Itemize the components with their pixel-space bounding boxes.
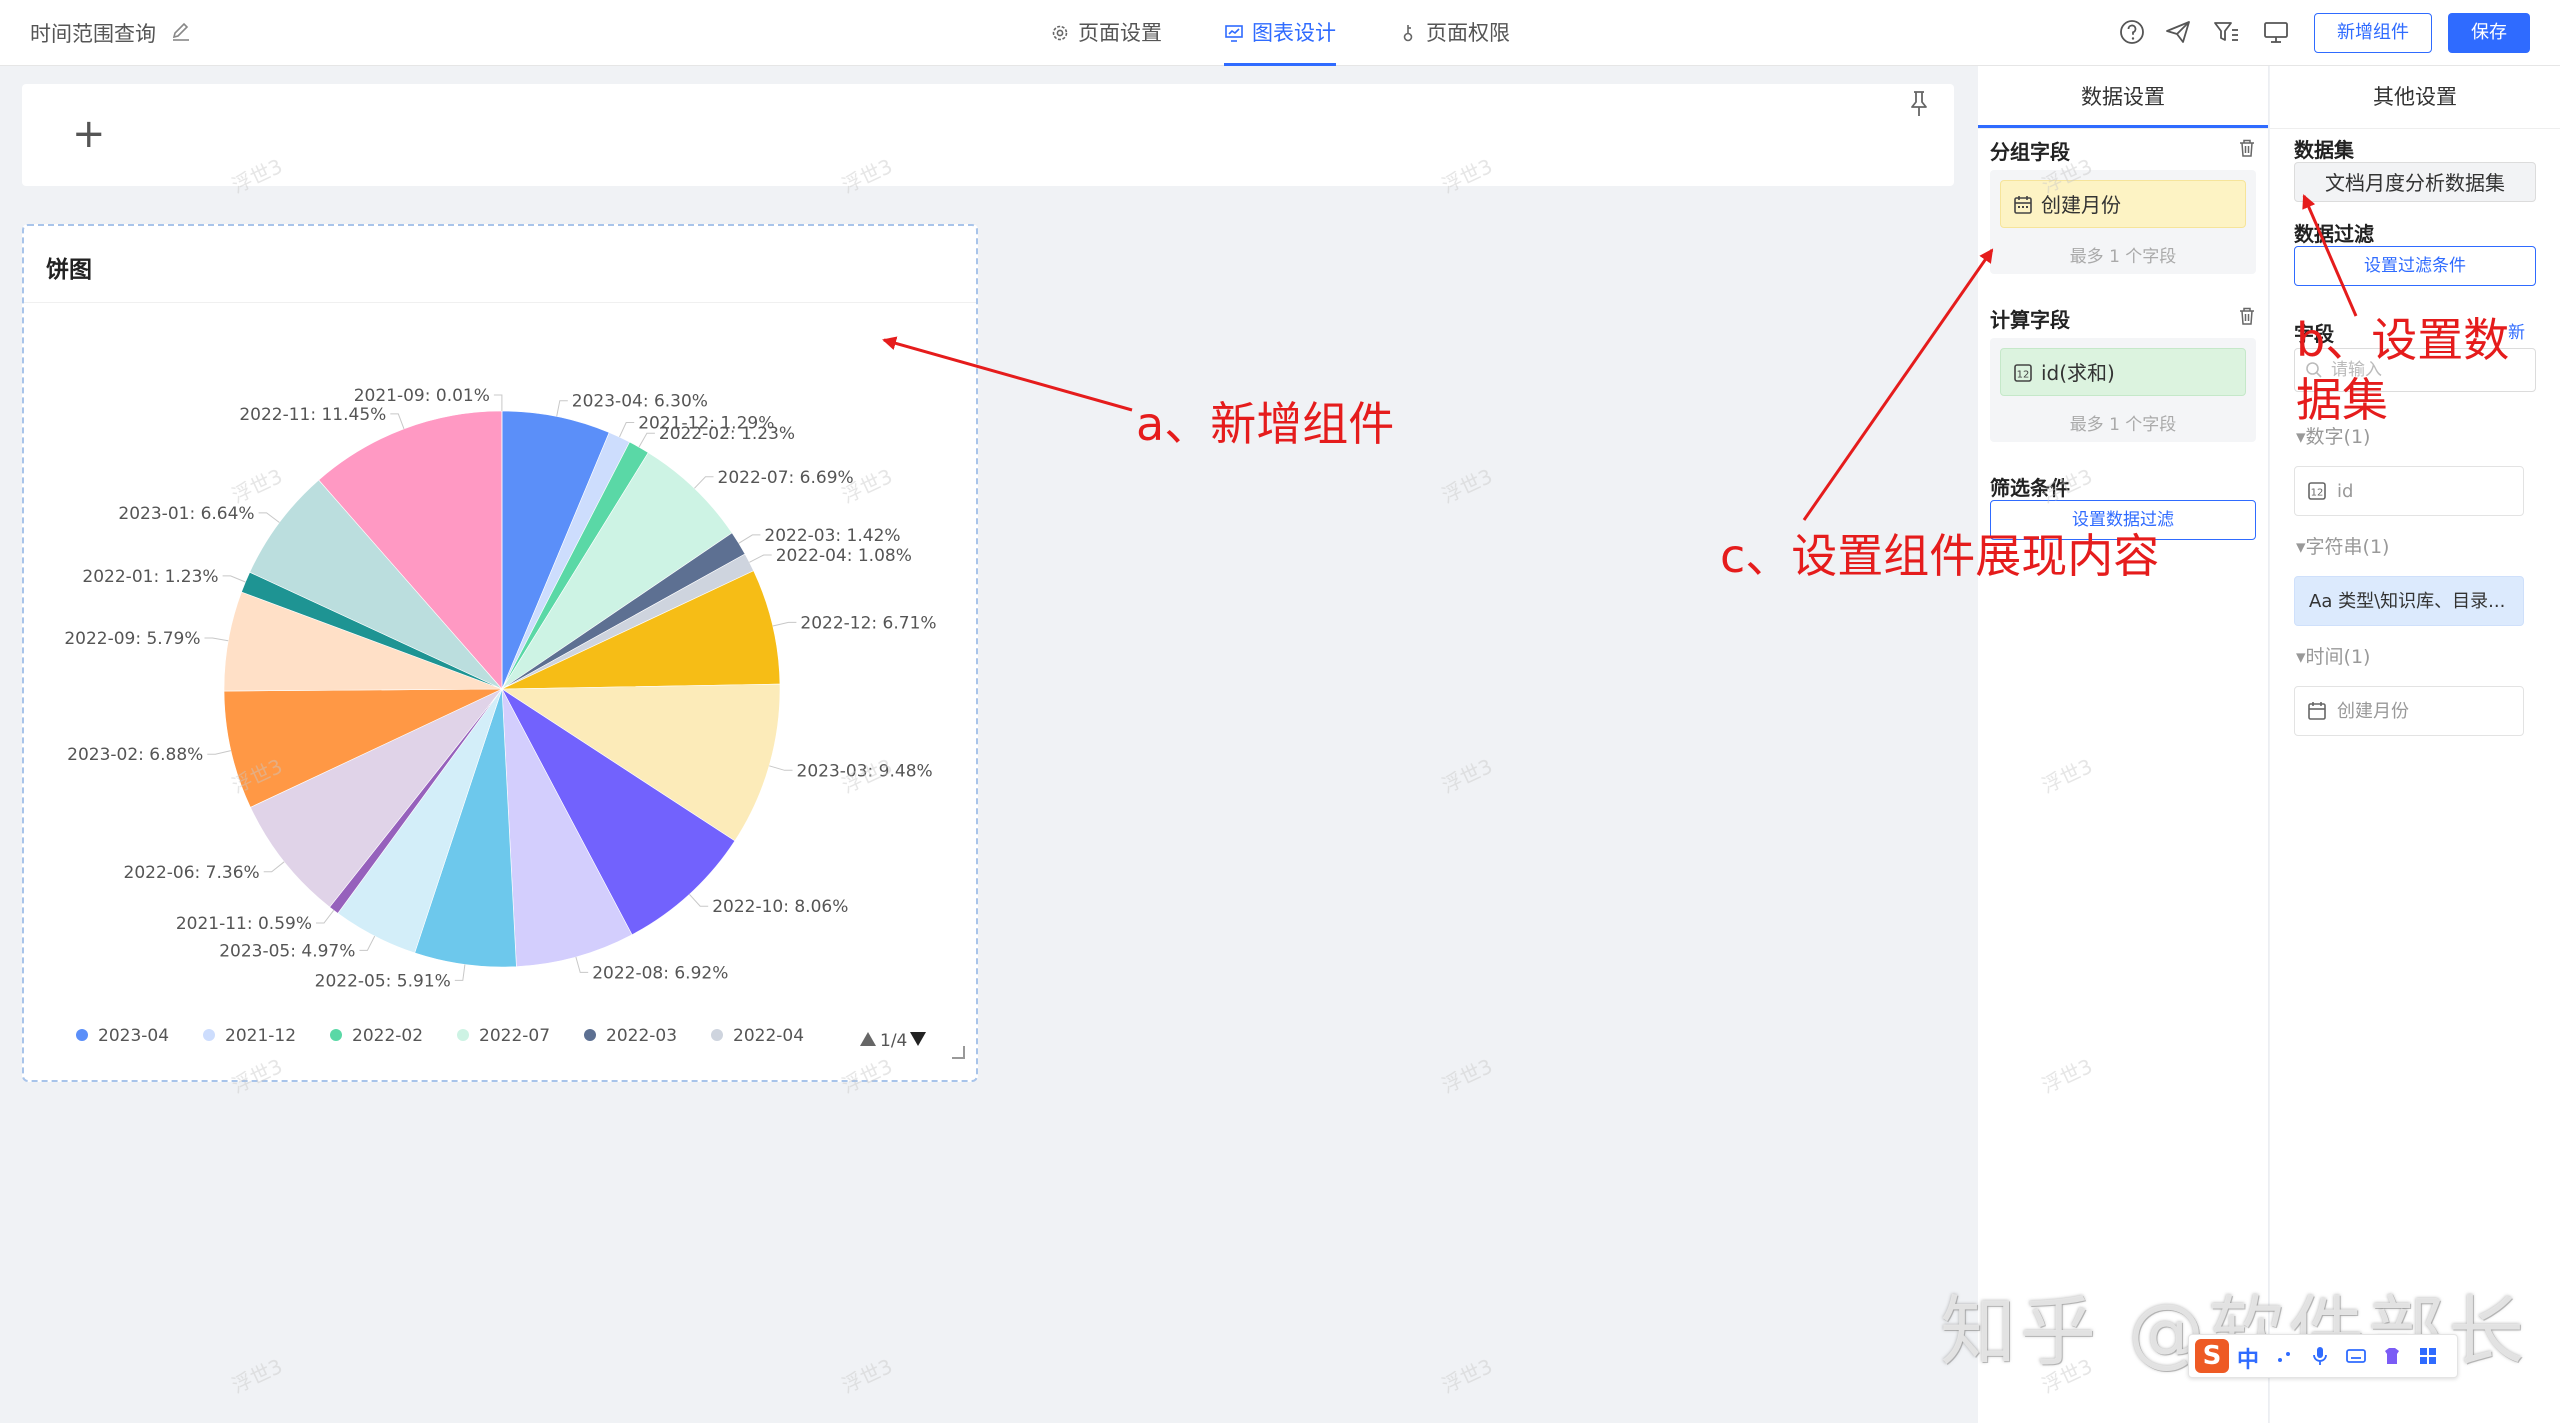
- ime-logo-icon: S: [2195, 1339, 2229, 1373]
- ime-lang[interactable]: 中: [2237, 1342, 2259, 1374]
- skin-icon[interactable]: [2381, 1345, 2403, 1367]
- ime-toolbar[interactable]: S 中: [2188, 1334, 2458, 1378]
- grid-menu-icon[interactable]: [2417, 1345, 2439, 1367]
- annotation-set-content: c、设置组件展现内容: [1720, 529, 2160, 583]
- annotation-add-component: a、新增组件: [1136, 397, 1395, 451]
- punctuation-icon[interactable]: [2273, 1345, 2295, 1367]
- microphone-icon[interactable]: [2309, 1345, 2331, 1367]
- keyboard-icon[interactable]: [2345, 1345, 2367, 1367]
- annotation-set-dataset-line2: 据集: [2296, 373, 2388, 427]
- annotation-set-dataset-line1: b、设置数: [2296, 313, 2510, 367]
- annotation-arrows: [882, 194, 2358, 521]
